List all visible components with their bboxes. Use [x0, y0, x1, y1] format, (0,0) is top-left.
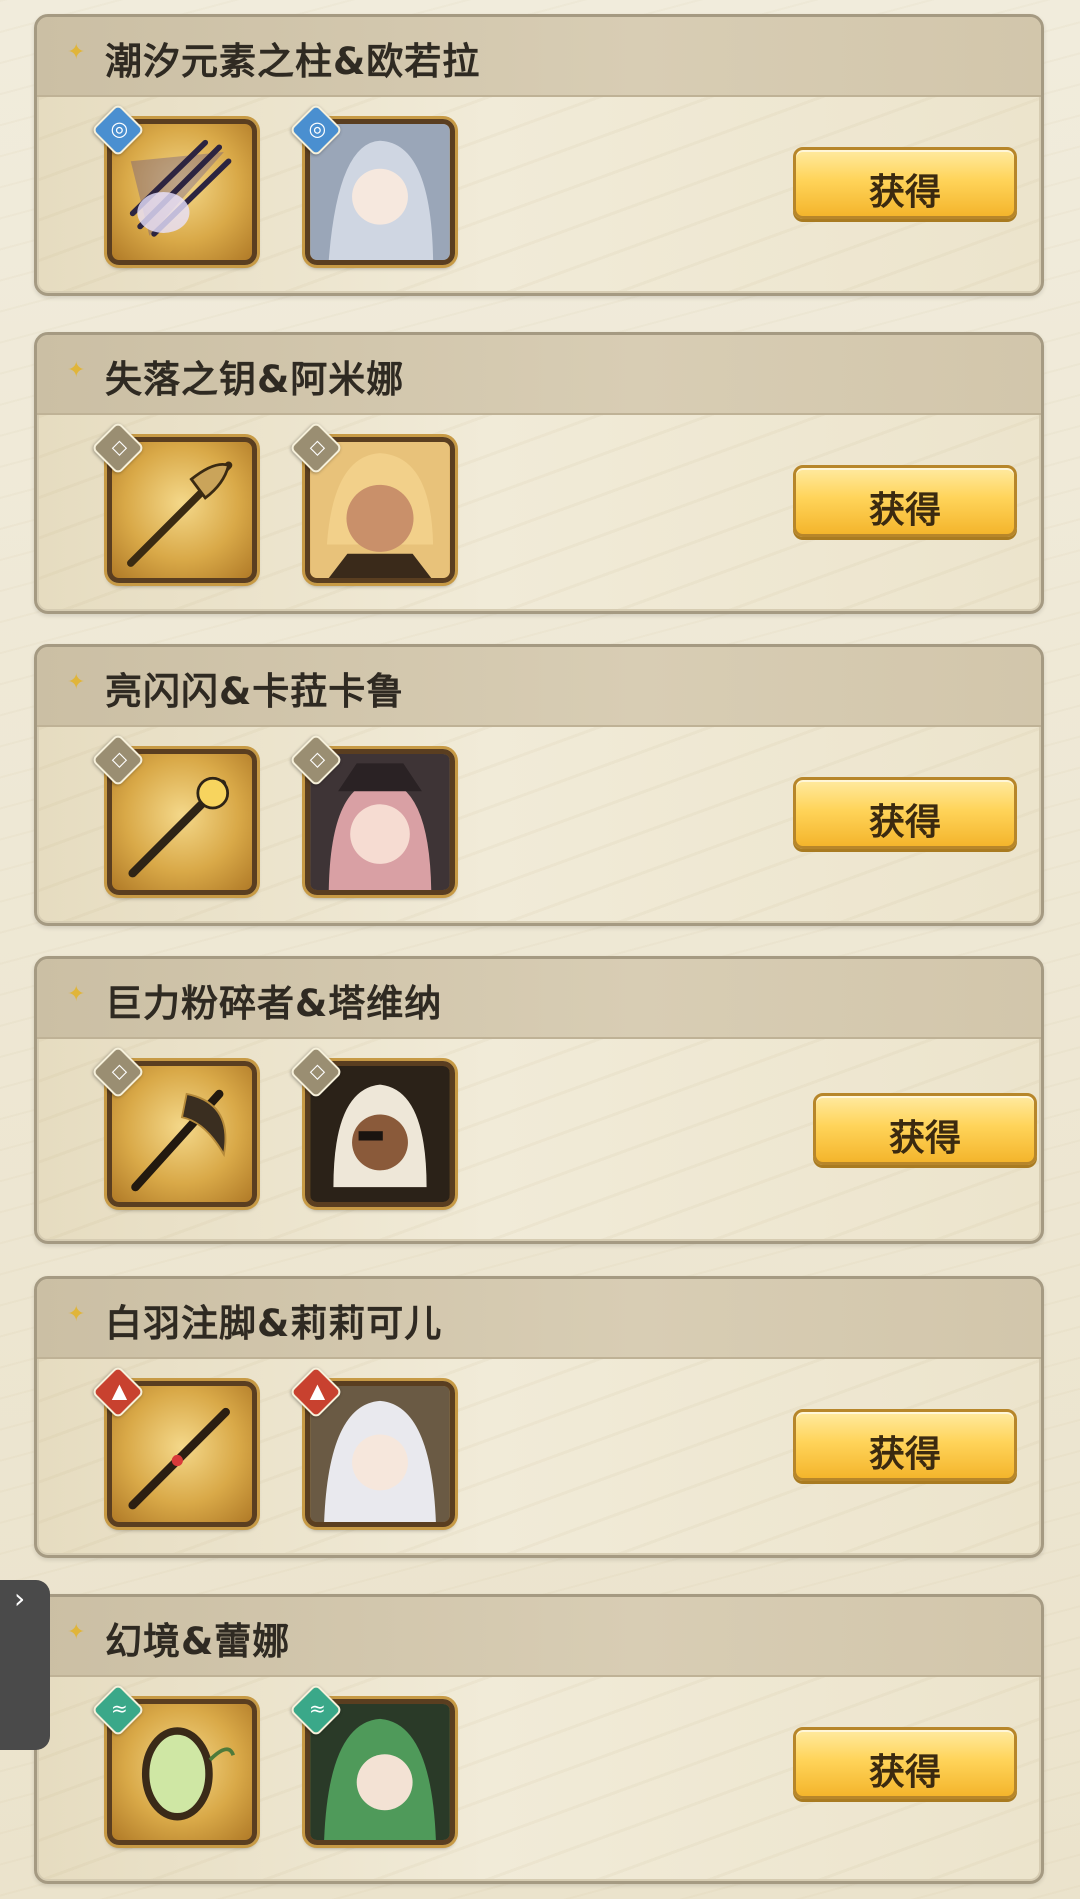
- get-button[interactable]: 获得: [793, 1409, 1017, 1481]
- card-title: 巨力粉碎者&塔维纳: [105, 982, 443, 1025]
- card-title: 失落之钥&阿米娜: [105, 358, 405, 401]
- get-button-label: 获得: [868, 490, 941, 531]
- get-button-label: 获得: [888, 1118, 961, 1159]
- card-title: 幻境&蕾娜: [105, 1620, 291, 1663]
- diamond-icon: ✦: [67, 40, 86, 65]
- reward-card-6: ✦ 幻境&蕾娜 ≈ ≈ 获得: [34, 1594, 1044, 1884]
- diamond-icon: ✦: [67, 358, 86, 383]
- get-button[interactable]: 获得: [793, 777, 1017, 849]
- card-header: ✦ 失落之钥&阿米娜: [37, 335, 1041, 415]
- get-button-label: 获得: [868, 1752, 941, 1793]
- card-title: 潮汐元素之柱&欧若拉: [105, 40, 481, 83]
- card-title: 白羽注脚&莉莉可儿: [105, 1302, 443, 1345]
- card-header: ✦ 巨力粉碎者&塔维纳: [37, 959, 1041, 1039]
- get-button[interactable]: 获得: [793, 147, 1017, 219]
- chevron-icon: ›: [14, 1582, 26, 1615]
- diamond-icon: ✦: [67, 1620, 86, 1645]
- reward-card-5: ✦ 白羽注脚&莉莉可儿 ▲ ▲ 获得: [34, 1276, 1044, 1558]
- get-button[interactable]: 获得: [793, 465, 1017, 537]
- reward-card-4: ✦ 巨力粉碎者&塔维纳 ◇ ◇ 获得: [34, 956, 1044, 1244]
- card-header: ✦ 白羽注脚&莉莉可儿: [37, 1279, 1041, 1359]
- get-button[interactable]: 获得: [813, 1093, 1037, 1165]
- reward-card-1: ✦ 潮汐元素之柱&欧若拉 ◎ ◎ 获得: [34, 14, 1044, 296]
- get-button[interactable]: 获得: [793, 1727, 1017, 1799]
- reward-card-2: ✦ 失落之钥&阿米娜 ◇ ◇ 获得: [34, 332, 1044, 614]
- diamond-icon: ✦: [67, 1302, 86, 1327]
- get-button-label: 获得: [868, 172, 941, 213]
- card-title: 亮闪闪&卡菈卡鲁: [105, 670, 405, 713]
- get-button-label: 获得: [868, 802, 941, 843]
- reward-list-page: ✦ 潮汐元素之柱&欧若拉 ◎ ◎ 获得 ✦ 失落之钥&阿米娜 ◇ ◇ 获得 ✦ …: [0, 0, 1080, 1899]
- diamond-icon: ✦: [67, 982, 86, 1007]
- reward-card-3: ✦ 亮闪闪&卡菈卡鲁 ◇ ◇ 获得: [34, 644, 1044, 926]
- card-header: ✦ 亮闪闪&卡菈卡鲁: [37, 647, 1041, 727]
- get-button-label: 获得: [868, 1434, 941, 1475]
- card-header: ✦ 潮汐元素之柱&欧若拉: [37, 17, 1041, 97]
- card-header: ✦ 幻境&蕾娜: [37, 1597, 1041, 1677]
- side-drawer-tab[interactable]: ›: [0, 1580, 50, 1750]
- diamond-icon: ✦: [67, 670, 86, 695]
